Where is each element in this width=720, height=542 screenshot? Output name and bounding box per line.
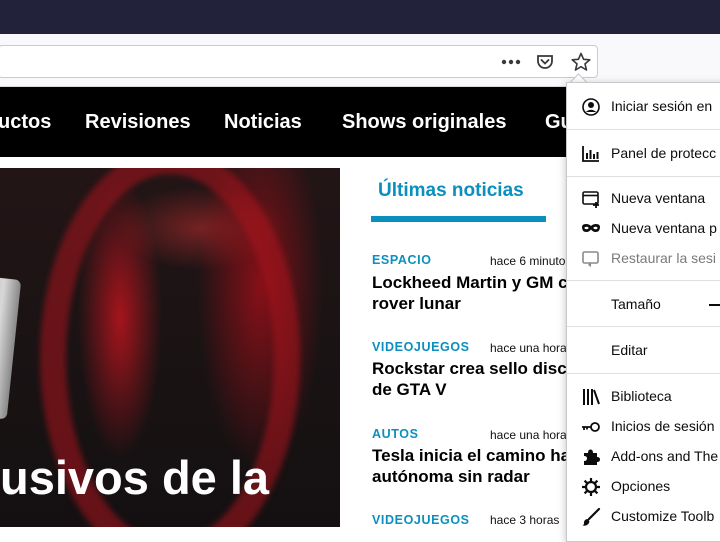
nav-item-shows-originales[interactable]: Shows originales — [342, 87, 506, 157]
menu-item-label: Inicios de sesión — [611, 418, 715, 434]
menu-item-sign-in[interactable]: Iniciar sesión en — [567, 94, 720, 120]
account-icon — [581, 97, 601, 117]
menu-item-label: Editar — [611, 342, 648, 358]
menu-item-new-window[interactable]: Nueva ventana — [567, 186, 720, 212]
menu-item-label: Nueva ventana — [611, 190, 706, 206]
nav-item-productos[interactable]: uctos — [0, 87, 51, 157]
hero-image[interactable]: usivos de la — [0, 168, 340, 527]
hero-image-object — [0, 276, 22, 420]
menu-item-logins[interactable]: Inicios de sesión — [567, 414, 720, 440]
menu-separator — [567, 129, 720, 130]
menu-item-label: Nueva ventana p — [611, 220, 717, 236]
menu-item-library[interactable]: Biblioteca — [567, 384, 720, 410]
menu-separator — [567, 176, 720, 177]
app-menu-panel: Iniciar sesión en Panel de protecc Nueva… — [566, 82, 720, 542]
latest-news-panel: Últimas noticias ESPACIO hace 6 minuto L… — [340, 157, 570, 527]
gear-icon — [581, 477, 601, 497]
menu-separator — [567, 326, 720, 327]
menu-item-label: Restaurar la sesi — [611, 250, 717, 266]
private-mask-icon — [581, 219, 601, 239]
menu-item-new-private-window[interactable]: Nueva ventana p — [567, 216, 720, 242]
restore-session-icon — [581, 249, 601, 269]
latest-news-underline — [371, 216, 546, 222]
menu-separator — [567, 373, 720, 374]
more-horizontal-icon — [501, 59, 521, 65]
menu-item-protections-dashboard[interactable]: Panel de protecc — [567, 141, 720, 167]
news-time: hace 6 minuto — [490, 254, 566, 268]
news-category[interactable]: ESPACIO — [372, 253, 432, 267]
menu-item-customize-toolbar[interactable]: Customize Toolb — [567, 504, 720, 530]
news-category[interactable]: AUTOS — [372, 427, 419, 441]
pocket-icon — [537, 55, 553, 69]
menu-separator — [567, 280, 720, 281]
dashboard-icon — [581, 144, 601, 164]
menu-item-label: Opciones — [611, 478, 671, 494]
menu-item-label: Biblioteca — [611, 388, 672, 404]
news-category[interactable]: VIDEOJUEGOS — [372, 340, 470, 354]
latest-news-heading[interactable]: Últimas noticias — [378, 180, 524, 202]
menu-item-restore-session[interactable]: Restaurar la sesi — [567, 246, 720, 272]
menu-item-addons[interactable]: Add-ons and The — [567, 444, 720, 470]
pocket-button[interactable] — [534, 52, 556, 72]
nav-item-revisiones[interactable]: Revisiones — [85, 87, 191, 157]
news-time: hace 3 horas — [490, 513, 560, 527]
key-icon — [581, 417, 601, 437]
menu-item-label: Panel de protecc — [611, 145, 717, 161]
library-icon — [581, 387, 601, 407]
news-time: hace una hora — [490, 428, 567, 442]
menu-item-label: Tamaño — [611, 296, 661, 312]
menu-item-label: Iniciar sesión en — [611, 98, 713, 114]
news-category[interactable]: VIDEOJUEGOS — [372, 513, 470, 527]
window-titlebar — [0, 0, 720, 34]
star-icon — [571, 52, 591, 71]
nav-item-noticias[interactable]: Noticias — [224, 87, 302, 157]
menu-item-edit[interactable]: Editar — [567, 338, 720, 364]
menu-item-label: Add-ons and The — [611, 448, 719, 464]
brush-icon — [581, 507, 601, 527]
menu-item-options[interactable]: Opciones — [567, 474, 720, 500]
menu-item-label: Customize Toolb — [611, 508, 715, 524]
news-time: hace una hora — [490, 341, 567, 355]
zoom-out-icon[interactable] — [709, 304, 720, 306]
new-window-icon — [581, 189, 601, 209]
hero-title[interactable]: usivos de la — [0, 450, 269, 505]
puzzle-icon — [581, 447, 601, 467]
bookmark-button[interactable] — [570, 52, 592, 72]
menu-item-zoom[interactable]: Tamaño — [567, 292, 720, 318]
page-actions-button[interactable] — [500, 52, 522, 72]
